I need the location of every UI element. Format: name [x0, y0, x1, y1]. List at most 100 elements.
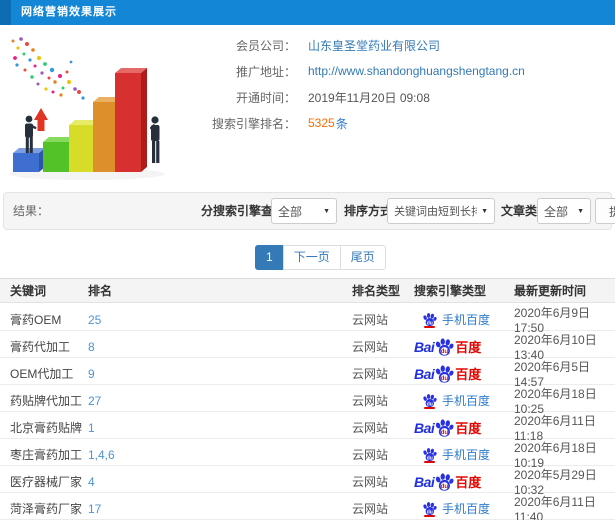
mobile-baidu-logo: du 手机百度	[422, 500, 490, 517]
filter-bar: 结果： 分搜索引擎查看 全部 ▼ 排序方式 关键词由短到长排序 ▼ 文章类型 全…	[3, 192, 615, 230]
rank-type-cell: 云网站	[352, 502, 389, 516]
bar-red	[115, 68, 147, 172]
red-underline	[424, 325, 435, 328]
rank-type-cell: 云网站	[352, 340, 389, 354]
promo-url-label: 推广地址：	[235, 64, 296, 79]
confetti-dots	[11, 37, 85, 100]
svg-text:du: du	[441, 429, 449, 436]
keyword-cell: OEM代加工	[10, 367, 74, 381]
rank-link[interactable]: 8	[88, 340, 352, 354]
bar-blue	[13, 148, 45, 172]
mobile-baidu-logo: du 手机百度	[422, 311, 490, 328]
red-underline	[424, 460, 435, 463]
baidu-paw-icon: du	[436, 472, 454, 491]
engine-type-cell: du 手机百度	[414, 446, 514, 463]
keyword-cell: 枣庄膏药加工	[10, 448, 83, 462]
engine-rank-label: 搜索引擎排名：	[211, 116, 296, 131]
baidu-paw-icon: du	[423, 393, 437, 407]
rank-type-cell: 云网站	[352, 367, 389, 381]
red-underline	[424, 514, 435, 517]
promo-url-link[interactable]: http://www.shandonghuangshengtang.cn	[308, 64, 525, 78]
baidu-paw-icon: du	[436, 418, 454, 437]
titlebar: 网络营销效果展示	[0, 0, 615, 25]
baidu-logo: Bai du 百度	[414, 364, 482, 383]
engine-type-cell: Bai du 百度	[414, 418, 514, 438]
info-panel: 会员公司： 山东皇圣堂药业有限公司 推广地址： http://www.shand…	[178, 32, 615, 136]
sort-filter-select[interactable]: 关键词由短到长排序 ▼	[387, 198, 495, 224]
rank-link[interactable]: 9	[88, 367, 352, 381]
open-time-row: 开通时间： 2019年11月20日 09:08	[178, 84, 615, 110]
rank-type-cell: 云网站	[352, 475, 389, 489]
baidu-paw-icon: du	[423, 312, 437, 326]
rank-type-cell: 云网站	[352, 421, 389, 435]
baidu-logo: Bai du 百度	[414, 418, 482, 437]
updated-cell: 2020年6月11日 11:40	[514, 495, 596, 520]
red-underline	[424, 406, 435, 409]
chevron-down-icon: ▼	[481, 207, 488, 215]
pagination: 1 下一页 尾页	[255, 245, 386, 270]
engine-filter-value: 全部	[278, 204, 303, 219]
rank-link[interactable]: 4	[88, 475, 352, 489]
article-type-select[interactable]: 全部 ▼	[537, 198, 591, 224]
engine-type-cell: Bai du 百度	[414, 364, 514, 384]
open-time-value: 2019年11月20日 09:08	[308, 90, 430, 105]
mobile-baidu-logo: du 手机百度	[422, 446, 490, 463]
rank-link[interactable]: 27	[88, 394, 352, 408]
rank-link[interactable]: 25	[88, 313, 352, 327]
table-row: 北京膏药贴牌 1 云网站 Bai du 百度 2020年6月11日 11:18	[0, 412, 615, 443]
rank-link[interactable]: 17	[88, 502, 352, 516]
engine-filter-select[interactable]: 全部 ▼	[271, 198, 337, 224]
header-rank: 排名	[88, 284, 113, 298]
table-row: 膏药OEM 25 云网站 du 手机百度 2020年6月9日 17:50	[0, 304, 615, 335]
engine-rank-unit: 条	[335, 116, 348, 131]
header-engine-type: 搜索引擎类型	[414, 284, 487, 298]
sort-filter-label: 排序方式	[344, 204, 393, 218]
bar-chart-illustration	[9, 37, 165, 180]
article-type-value: 全部	[544, 204, 569, 219]
keyword-cell: 膏药OEM	[10, 313, 62, 327]
baidu-paw-icon: du	[423, 447, 437, 461]
table-row: 菏泽膏药厂家 17 云网站 du 手机百度 2020年6月11日 11:40	[0, 493, 615, 520]
member-company-row: 会员公司： 山东皇圣堂药业有限公司	[178, 32, 615, 58]
engine-rank-row: 搜索引擎排名： 5325 条	[178, 110, 615, 136]
keyword-cell: 医疗器械厂家	[10, 475, 83, 489]
baidu-logo: Bai du 百度	[414, 472, 482, 491]
businessman-left	[25, 115, 37, 153]
chevron-down-icon: ▼	[577, 207, 584, 215]
page-1-button[interactable]: 1	[255, 245, 284, 270]
baidu-logo: Bai du 百度	[414, 337, 482, 356]
engine-rank-count[interactable]: 5325	[308, 116, 335, 130]
keyword-cell: 药贴牌代加工	[10, 394, 83, 408]
rank-link[interactable]: 1	[88, 421, 352, 435]
baidu-paw-icon: du	[436, 337, 454, 356]
rank-link[interactable]: 1,4,6	[88, 448, 352, 462]
member-company-link[interactable]: 山东皇圣堂药业有限公司	[308, 37, 440, 54]
engine-type-cell: du 手机百度	[414, 500, 514, 517]
rank-type-cell: 云网站	[352, 313, 389, 327]
rank-type-cell: 云网站	[352, 448, 389, 462]
open-time-label: 开通时间：	[235, 90, 296, 105]
table-row: OEM代加工 9 云网站 Bai du 百度 2020年6月5日 14:57	[0, 358, 615, 389]
last-page-button[interactable]: 尾页	[339, 245, 386, 270]
table-row: 医疗器械厂家 4 云网站 Bai du 百度 2020年5月29日 10:32	[0, 466, 615, 497]
businessman-right	[149, 116, 160, 163]
submit-button[interactable]: 提交	[595, 198, 615, 224]
table-row: 枣庄膏药加工 1,4,6 云网站 du 手机百度 2020年6月18日 10:1…	[0, 439, 615, 470]
page: 网络营销效果展示 会员公司： 山东皇圣堂药业有限公司 推广地址： http://…	[0, 0, 615, 520]
next-page-button[interactable]: 下一页	[282, 245, 341, 270]
table-body: 膏药OEM 25 云网站 du 手机百度 2020年6月9日 17:50 膏药代…	[0, 304, 615, 520]
engine-type-cell: du 手机百度	[414, 311, 514, 328]
keyword-cell: 北京膏药贴牌	[10, 421, 83, 435]
svg-text:du: du	[441, 348, 449, 355]
header-rank-type: 排名类型	[352, 284, 401, 298]
keyword-cell: 菏泽膏药厂家	[10, 502, 83, 516]
mobile-baidu-logo: du 手机百度	[422, 392, 490, 409]
engine-type-cell: du 手机百度	[414, 392, 514, 409]
result-label: 结果：	[13, 204, 50, 218]
baidu-paw-icon: du	[436, 364, 454, 383]
promo-url-row: 推广地址： http://www.shandonghuangshengtang.…	[178, 58, 615, 84]
engine-type-cell: Bai du 百度	[414, 472, 514, 492]
table-row: 膏药代加工 8 云网站 Bai du 百度 2020年6月10日 13:40	[0, 331, 615, 362]
sort-filter-value: 关键词由短到长排序	[394, 206, 478, 218]
page-title: 网络营销效果展示	[21, 6, 117, 18]
